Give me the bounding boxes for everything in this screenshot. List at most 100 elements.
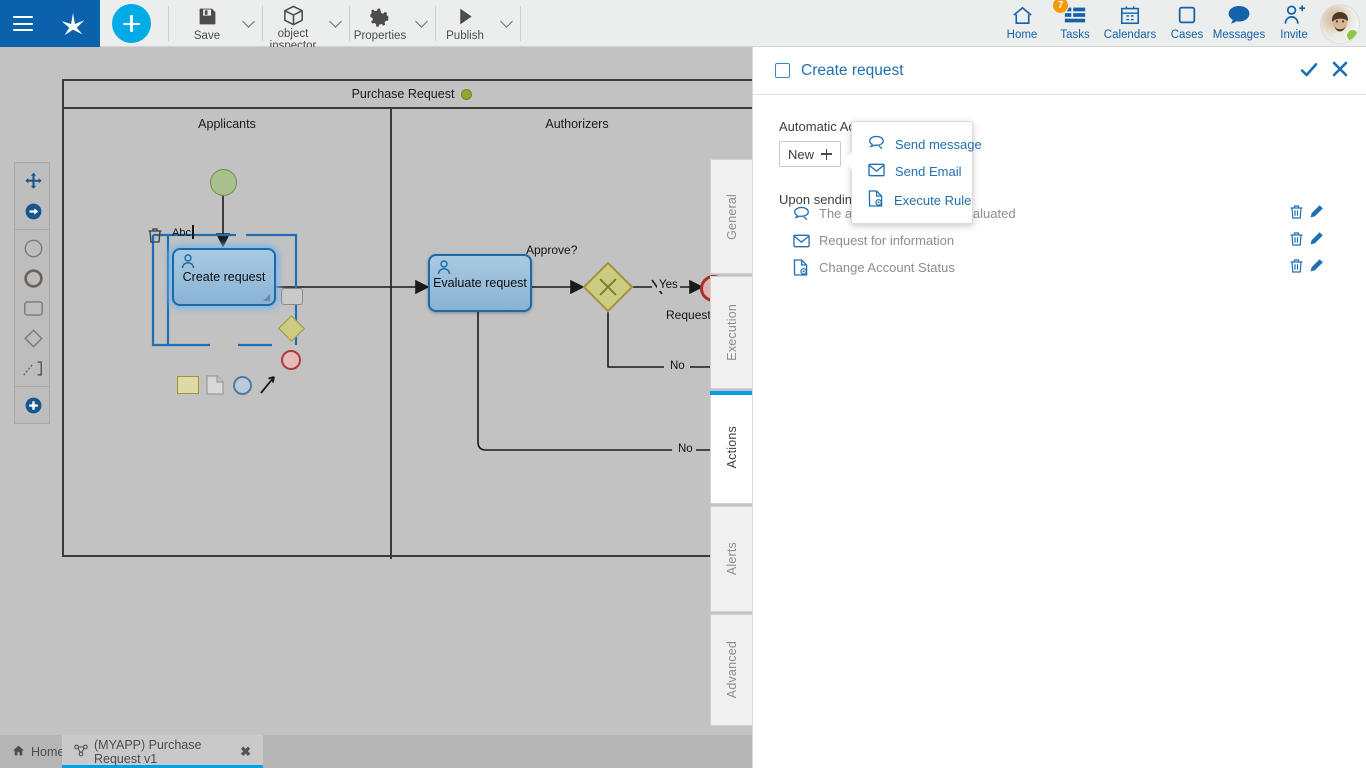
new-action-menu[interactable]: Send message Send Email Execute Rule bbox=[851, 121, 973, 224]
sequence-flow-icon[interactable] bbox=[15, 196, 51, 226]
pencil-icon[interactable] bbox=[1309, 231, 1324, 251]
envelope-icon bbox=[793, 234, 815, 248]
quick-end-event-icon[interactable] bbox=[281, 350, 301, 370]
nav-calendars[interactable]: Calendars bbox=[1100, 2, 1160, 46]
close-x-icon[interactable] bbox=[1332, 61, 1348, 84]
action-row-tools bbox=[1290, 204, 1324, 224]
object-inspector-label-line1: object bbox=[278, 28, 309, 40]
speech-bubble-icon bbox=[1227, 2, 1251, 28]
menu-item-send-email[interactable]: Send Email bbox=[852, 158, 972, 185]
menu-item-execute-rule[interactable]: Execute Rule bbox=[852, 185, 972, 215]
menu-item-send-message[interactable]: Send message bbox=[852, 130, 972, 158]
trash-icon[interactable] bbox=[1290, 204, 1303, 224]
tab-execution[interactable]: Execution bbox=[710, 276, 752, 389]
panel-header-actions bbox=[1300, 61, 1348, 84]
properties-caret-icon[interactable] bbox=[415, 14, 429, 28]
start-event-icon[interactable] bbox=[15, 233, 51, 263]
shape-palette bbox=[14, 162, 50, 424]
save-button[interactable]: Save bbox=[182, 2, 232, 46]
end-event-label: Request bbox=[666, 308, 711, 322]
gear-icon bbox=[370, 4, 391, 29]
save-caret-icon[interactable] bbox=[242, 14, 256, 28]
tab-actions-label: Actions bbox=[725, 426, 739, 468]
lane-applicants-label: Applicants bbox=[64, 117, 390, 131]
panel-title-checkbox[interactable] bbox=[775, 63, 790, 78]
process-icon bbox=[74, 744, 88, 760]
envelope-icon bbox=[868, 163, 885, 180]
properties-button[interactable]: Properties bbox=[352, 2, 408, 46]
trash-icon[interactable] bbox=[1290, 258, 1303, 278]
user-task-icon bbox=[436, 260, 452, 276]
tab-general[interactable]: General bbox=[710, 159, 752, 274]
text-cursor-icon bbox=[192, 225, 194, 239]
nav-messages[interactable]: Messages bbox=[1209, 2, 1269, 46]
bpmn-pool[interactable]: Purchase Request Applicants Authorizers bbox=[62, 79, 752, 557]
delete-shape-icon[interactable] bbox=[148, 227, 162, 248]
quick-document-icon[interactable] bbox=[206, 375, 224, 400]
pool-status-dot-icon bbox=[461, 89, 472, 100]
tab-alerts-label: Alerts bbox=[725, 542, 739, 575]
lane-authorizers-label: Authorizers bbox=[392, 117, 752, 131]
plus-circle-icon[interactable] bbox=[112, 4, 151, 43]
quick-task-shape-icon[interactable] bbox=[281, 288, 303, 305]
play-triangle-icon bbox=[455, 4, 476, 29]
bottom-tab-home-label: Home bbox=[31, 745, 64, 759]
connector-icon[interactable] bbox=[15, 353, 51, 383]
tab-actions[interactable]: Actions bbox=[710, 391, 752, 504]
application-window: Save object inspector Properties bbox=[0, 0, 1366, 768]
tab-advanced[interactable]: Advanced bbox=[710, 614, 752, 726]
tab-alerts[interactable]: Alerts bbox=[710, 506, 752, 612]
move-tool-icon[interactable] bbox=[15, 166, 51, 196]
object-inspector-caret-icon[interactable] bbox=[329, 14, 343, 28]
task-shape-icon[interactable] bbox=[15, 293, 51, 323]
save-label: Save bbox=[194, 30, 220, 42]
quick-annotation-shape-icon[interactable] bbox=[177, 376, 199, 394]
user-avatar[interactable] bbox=[1320, 4, 1360, 44]
quick-event-shape-icon[interactable] bbox=[233, 376, 252, 395]
nav-cases[interactable]: Cases bbox=[1157, 2, 1217, 46]
flow-label-yes: Yes bbox=[657, 279, 680, 291]
action-row-tools bbox=[1290, 231, 1324, 251]
publish-button[interactable]: Publish bbox=[438, 2, 492, 46]
rule-document-icon bbox=[793, 259, 815, 276]
pencil-icon[interactable] bbox=[1309, 258, 1324, 278]
pointer-arrow-icon[interactable] bbox=[258, 373, 278, 400]
panel-title: Create request bbox=[801, 62, 904, 80]
menu-item-send-email-label: Send Email bbox=[895, 164, 961, 179]
palette-group-shapes bbox=[15, 230, 49, 387]
person-plus-icon bbox=[1283, 2, 1306, 28]
annotation-label[interactable]: Abc bbox=[172, 227, 191, 239]
rule-document-icon bbox=[868, 190, 884, 210]
pencil-icon[interactable] bbox=[1309, 204, 1324, 224]
palette-group-tools bbox=[15, 163, 49, 230]
bottom-tab-close-icon[interactable]: ✖ bbox=[240, 744, 251, 760]
bizagi-logo-icon[interactable] bbox=[58, 9, 88, 39]
bottom-tab-home[interactable]: Home bbox=[0, 735, 62, 768]
new-action-button[interactable]: New bbox=[779, 141, 841, 167]
lane-authorizers[interactable]: Authorizers bbox=[392, 109, 752, 559]
publish-label: Publish bbox=[446, 30, 484, 42]
action-row[interactable]: Request for information bbox=[793, 227, 1338, 254]
diagram-canvas[interactable]: Purchase Request Applicants Authorizers bbox=[0, 47, 752, 735]
task-evaluate-request[interactable]: Evaluate request bbox=[428, 254, 532, 312]
speech-bubble-icon bbox=[868, 135, 885, 153]
nav-tasks[interactable]: 7 Tasks bbox=[1045, 2, 1105, 46]
checkmark-icon[interactable] bbox=[1300, 61, 1318, 84]
start-event[interactable] bbox=[210, 169, 237, 196]
bottom-tab-purchase-request[interactable]: (MYAPP) Purchase Request v1 ✖ bbox=[62, 735, 263, 768]
task-create-request[interactable]: Create request bbox=[172, 248, 276, 306]
trash-icon[interactable] bbox=[1290, 231, 1303, 251]
end-event-icon[interactable] bbox=[15, 263, 51, 293]
publish-caret-icon[interactable] bbox=[500, 14, 514, 28]
action-row[interactable]: Change Account Status bbox=[793, 254, 1338, 281]
menu-item-execute-rule-label: Execute Rule bbox=[894, 193, 971, 208]
resize-handle-icon[interactable] bbox=[263, 294, 270, 301]
nav-invite[interactable]: Invite bbox=[1264, 2, 1324, 46]
object-inspector-button[interactable]: object inspector bbox=[265, 2, 321, 46]
add-element-icon[interactable] bbox=[15, 390, 51, 420]
gateway-shape-icon[interactable] bbox=[15, 323, 51, 353]
tasks-list-icon: 7 bbox=[1063, 2, 1087, 28]
nav-home[interactable]: Home bbox=[992, 2, 1052, 46]
hamburger-icon[interactable] bbox=[13, 16, 33, 31]
bottom-tab-bar: Home (MYAPP) Purchase Request v1 ✖ bbox=[0, 735, 752, 768]
